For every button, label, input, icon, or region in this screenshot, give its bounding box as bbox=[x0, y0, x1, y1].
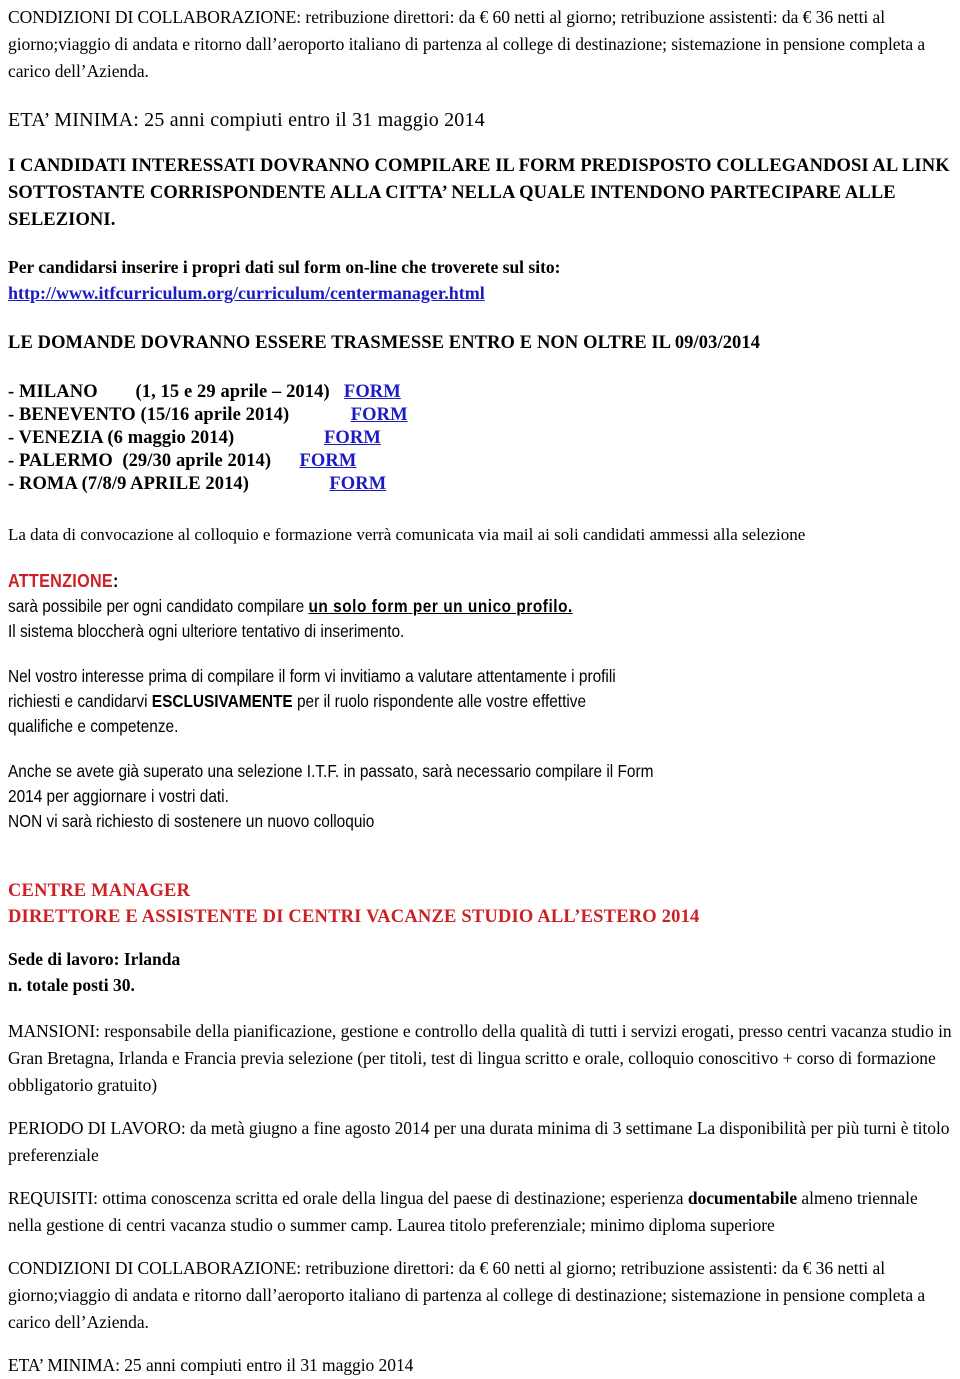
job-subtitle: DIRETTORE E ASSISTENTE DI CENTRI VACANZE… bbox=[8, 907, 700, 927]
job-age-requirement: ETA’ MINIMA: 25 anni compiuti entro il 3… bbox=[8, 1355, 414, 1375]
past-selection-line-three: NON vi sarà richiesto di sostenere un nu… bbox=[8, 811, 375, 831]
past-selection-line-two: 2014 per aggiornare i vostri dati. bbox=[8, 786, 229, 806]
city-form-links-list: - MILANO (1, 15 e 29 aprile – 2014) FORM… bbox=[8, 381, 952, 496]
advice-prefix: richiesti e candidarvi bbox=[8, 691, 152, 711]
apply-url-link[interactable]: http://www.itfcurriculum.org/curriculum/… bbox=[8, 283, 485, 303]
job-title: CENTRE MANAGER bbox=[8, 881, 191, 901]
advice-line-three: qualifiche e competenze. bbox=[8, 716, 179, 736]
job-requirements-paragraph: REQUISITI: ottima conoscenza scritta ed … bbox=[8, 1185, 952, 1239]
rule-prefix: sarà possibile per ogni candidato compil… bbox=[8, 596, 309, 616]
rule-emphasis: un solo form per un unico profilo. bbox=[308, 596, 573, 616]
city-row: - ROMA (7/8/9 APRILE 2014) FORM bbox=[8, 473, 952, 496]
attention-label: ATTENZIONE bbox=[8, 571, 114, 591]
requirements-prefix: REQUISITI: ottima conoscenza scritta ed … bbox=[8, 1188, 688, 1208]
advice-line-two: richiesti e candidarvi ESCLUSIVAMENTE pe… bbox=[8, 689, 839, 714]
convocation-note: La data di convocazione al colloquio e f… bbox=[8, 525, 806, 544]
rule-line-one: sarà possibile per ogni candidato compil… bbox=[8, 594, 839, 619]
advice-suffix: per il ruolo rispondente alle vostre eff… bbox=[292, 691, 587, 711]
job-duties-paragraph: MANSIONI: responsabile della pianificazi… bbox=[8, 1021, 952, 1095]
city-label: - BENEVENTO (15/16 aprile 2014) bbox=[8, 405, 351, 425]
attention-colon: : bbox=[113, 571, 119, 591]
city-label: - PALERMO (29/30 aprile 2014) bbox=[8, 451, 300, 471]
job-positions-count: n. totale posti 30. bbox=[8, 975, 135, 995]
job-work-period-paragraph: PERIODO DI LAVORO: da metà giugno a fine… bbox=[8, 1118, 950, 1165]
past-selection-line-one: Anche se avete già superato una selezion… bbox=[8, 761, 654, 781]
apply-intro-text: Per candidarsi inserire i propri dati su… bbox=[8, 257, 561, 277]
form-link-milano[interactable]: FORM bbox=[344, 382, 401, 402]
city-row: - VENEZIA (6 maggio 2014) FORM bbox=[8, 427, 952, 450]
job-location: Sede di lavoro: Irlanda bbox=[8, 949, 181, 969]
city-label: - ROMA (7/8/9 APRILE 2014) bbox=[8, 474, 330, 494]
city-row: - PALERMO (29/30 aprile 2014) FORM bbox=[8, 450, 952, 473]
form-link-roma[interactable]: FORM bbox=[329, 474, 386, 494]
advice-emphasis: ESCLUSIVAMENTE bbox=[151, 691, 293, 711]
form-link-venezia[interactable]: FORM bbox=[324, 428, 381, 448]
requirements-emphasis: documentabile bbox=[687, 1188, 798, 1208]
document-page: CONDIZIONI DI COLLABORAZIONE: retribuzio… bbox=[0, 0, 960, 1375]
city-label: - MILANO (1, 15 e 29 aprile – 2014) bbox=[8, 382, 344, 402]
attention-block: ATTENZIONE: sarà possibile per ogni cand… bbox=[8, 568, 952, 834]
top-age-requirement: ETA’ MINIMA: 25 anni compiuti entro il 3… bbox=[8, 109, 485, 131]
instructions-heading: I CANDIDATI INTERESSATI DOVRANNO COMPILA… bbox=[8, 156, 950, 230]
job-conditions-paragraph: CONDIZIONI DI COLLABORAZIONE: retribuzio… bbox=[8, 1258, 926, 1332]
form-link-palermo[interactable]: FORM bbox=[300, 451, 357, 471]
city-row: - MILANO (1, 15 e 29 aprile – 2014) FORM bbox=[8, 381, 952, 404]
city-label: - VENEZIA (6 maggio 2014) bbox=[8, 428, 324, 448]
top-conditions-paragraph: CONDIZIONI DI COLLABORAZIONE: retribuzio… bbox=[8, 7, 926, 81]
submission-deadline: LE DOMANDE DOVRANNO ESSERE TRASMESSE ENT… bbox=[8, 333, 761, 353]
attention-label-line: ATTENZIONE: bbox=[8, 568, 858, 594]
city-row: - BENEVENTO (15/16 aprile 2014) FORM bbox=[8, 404, 952, 427]
rule-line-two: Il sistema bloccherà ogni ulteriore tent… bbox=[8, 621, 405, 641]
form-link-benevento[interactable]: FORM bbox=[351, 405, 408, 425]
apply-url-line: http://www.itfcurriculum.org/curriculum/… bbox=[8, 280, 952, 306]
advice-line-one: Nel vostro interesse prima di compilare … bbox=[8, 666, 616, 686]
